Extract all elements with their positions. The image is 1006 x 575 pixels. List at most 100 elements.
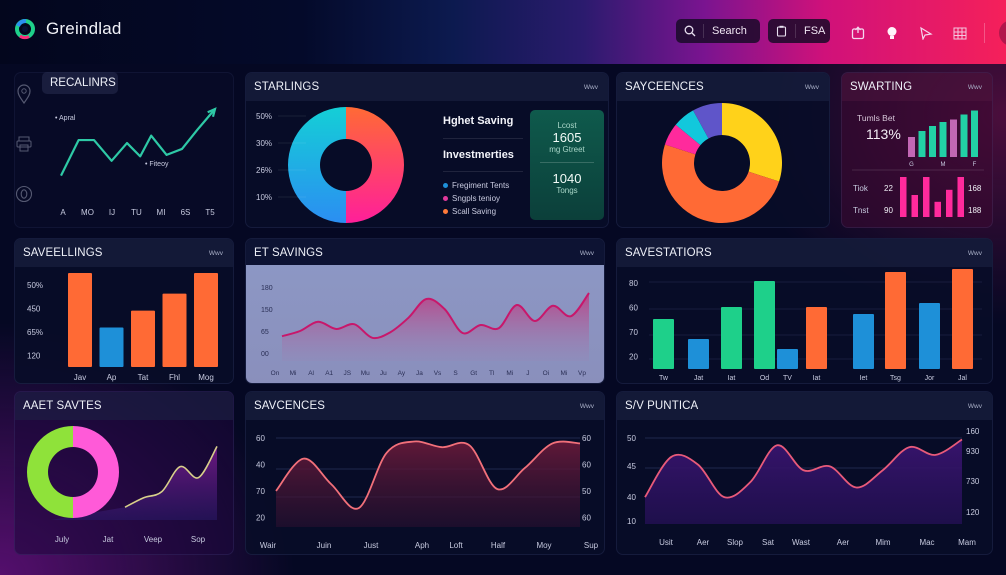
brand[interactable]: Greindlad	[14, 18, 122, 40]
row2-right: 188	[968, 206, 982, 215]
sv-puntica-chart: 50 45 40 10 160 930 730 120 Usit Aer Slop Sat Wast Ae…	[627, 427, 980, 547]
search-label: Search	[712, 25, 747, 37]
search-icon	[676, 24, 704, 38]
x-tick-label: Vp	[578, 370, 586, 377]
legend-item: Scall Saving	[443, 207, 523, 216]
y-tick-label: 20	[629, 353, 638, 362]
x-tick-label: Wair	[260, 541, 276, 550]
x-tick-label: 6S	[181, 208, 191, 217]
bar	[950, 119, 957, 157]
x-tick-label: Usit	[659, 538, 674, 547]
bar	[99, 327, 124, 367]
x-tick-label: Tat	[138, 373, 149, 382]
x-tick-label: TV	[783, 375, 792, 382]
aast-savtes-chart: July Jat Veep Sop	[27, 426, 218, 544]
x-tick-label: S	[453, 370, 458, 377]
y-tick-label: 60	[629, 304, 638, 313]
y-tick-label: 50%	[256, 112, 272, 121]
avatar[interactable]	[999, 20, 1006, 46]
donut-slice	[287, 107, 346, 224]
bar	[939, 122, 947, 157]
y-tick-label: 00	[261, 351, 269, 358]
x-tick-label: Aph	[415, 541, 429, 550]
area-fill	[645, 439, 962, 524]
legend-dot	[443, 209, 448, 214]
annotation: • Fiteoy	[145, 161, 169, 168]
y-tick-label: 60	[256, 434, 265, 443]
bar	[885, 272, 906, 369]
divider	[984, 23, 985, 43]
bar	[162, 293, 187, 367]
bar	[908, 137, 915, 157]
x-tick-label: Mog	[198, 373, 214, 382]
y-tick-label-right: 50	[582, 487, 591, 496]
card-label: mg Gtreet	[549, 145, 585, 154]
y-tick-label-right: 60	[582, 434, 591, 443]
x-tick-label: Jal	[958, 375, 967, 382]
savestatiors-panel: SAVESTATIORS Wwv Tw Jat Iat Od TV Iat Iet Tsg Jo…	[616, 238, 993, 384]
starlings-panel: STARLINGS Wwv 50% 30% 26% 10% Hghet Saving …	[245, 72, 609, 228]
recalinrs-chart: • Apral • Fiteoy A MO IJ TU MI 6S T5	[55, 107, 217, 217]
et-savings-chart: 180 150 65 00 On Mi Al A1 JS Mu Ju Ay Ja Vs S Gt Tl Mi J Oi…	[261, 285, 590, 377]
x-tick-label: Mac	[919, 538, 934, 547]
kpi-value: 113%	[866, 126, 901, 142]
x-tick-label: Mi	[290, 370, 297, 377]
highest-saving-label: Hghet Saving	[443, 115, 514, 127]
app-logo-icon	[14, 18, 36, 40]
x-tick-label: Ay	[398, 370, 406, 377]
bar	[919, 303, 940, 369]
card-value: 1040	[552, 171, 582, 186]
legend-label: Fregiment Tents	[452, 181, 510, 190]
y-tick-label-right: 160	[966, 427, 980, 436]
x-tick-label: M	[941, 162, 946, 168]
x-tick-label: Tl	[489, 370, 495, 377]
bar	[911, 195, 918, 217]
x-tick-label: A1	[325, 370, 333, 377]
recalinrs-panel: • Apral • Fiteoy A MO IJ TU MI 6S T5	[14, 72, 234, 228]
x-tick-label: Mu	[361, 370, 370, 377]
x-tick-label: Fhl	[169, 373, 180, 382]
divider	[540, 162, 594, 163]
legend-label: Scall Saving	[452, 207, 497, 216]
x-tick-label: Juin	[317, 541, 332, 550]
bar	[934, 201, 941, 217]
x-tick-label: Jav	[74, 373, 86, 382]
y-tick-label: 70	[629, 328, 638, 337]
search-button[interactable]: Search	[676, 19, 760, 43]
lightbulb-icon[interactable]	[882, 23, 902, 43]
x-tick-label: Jat	[694, 375, 703, 382]
y-tick-label: 20	[256, 514, 265, 523]
x-tick-label: Wast	[792, 538, 811, 547]
swarting-chart: Tumls Bet 113% Tiok 22 168 Tnst 90 188 G…	[852, 110, 984, 217]
x-tick-label: Al	[308, 370, 314, 377]
bar	[929, 126, 936, 157]
send-icon[interactable]	[916, 23, 936, 43]
y-tick-label: 50%	[27, 281, 43, 290]
summary-card: Lcost 1605 mg Gtreet 1040 Tongs	[530, 110, 604, 220]
bar	[68, 273, 92, 367]
fsa-button[interactable]: FSA	[768, 19, 830, 43]
y-tick-label: 50	[627, 434, 636, 443]
x-tick-label: Jat	[103, 535, 114, 544]
y-tick-label-right: 60	[582, 461, 591, 470]
x-tick-label: T5	[205, 208, 215, 217]
bar	[754, 281, 775, 369]
card-label: Tongs	[556, 186, 578, 195]
bar	[952, 269, 973, 369]
x-tick-label: Veep	[144, 535, 163, 544]
kpi-label: Tumls Bet	[857, 113, 896, 123]
x-tick-label: Oi	[543, 370, 550, 377]
x-tick-label: Gt	[470, 370, 477, 377]
y-tick-label: 10%	[256, 193, 272, 202]
y-tick-label: 40	[627, 493, 636, 502]
line-series	[60, 108, 216, 177]
x-tick-label: MI	[157, 208, 166, 217]
aast-savtes-panel: AAET SAVTES July Jat Veep Sop	[14, 391, 234, 555]
x-tick-label: Iet	[860, 375, 868, 382]
x-tick-label: Aer	[837, 538, 850, 547]
bar	[957, 177, 964, 217]
row2-value: 90	[884, 206, 893, 215]
export-icon[interactable]	[848, 23, 868, 43]
y-tick-label: 70	[256, 487, 265, 496]
grid-icon[interactable]	[950, 23, 970, 43]
